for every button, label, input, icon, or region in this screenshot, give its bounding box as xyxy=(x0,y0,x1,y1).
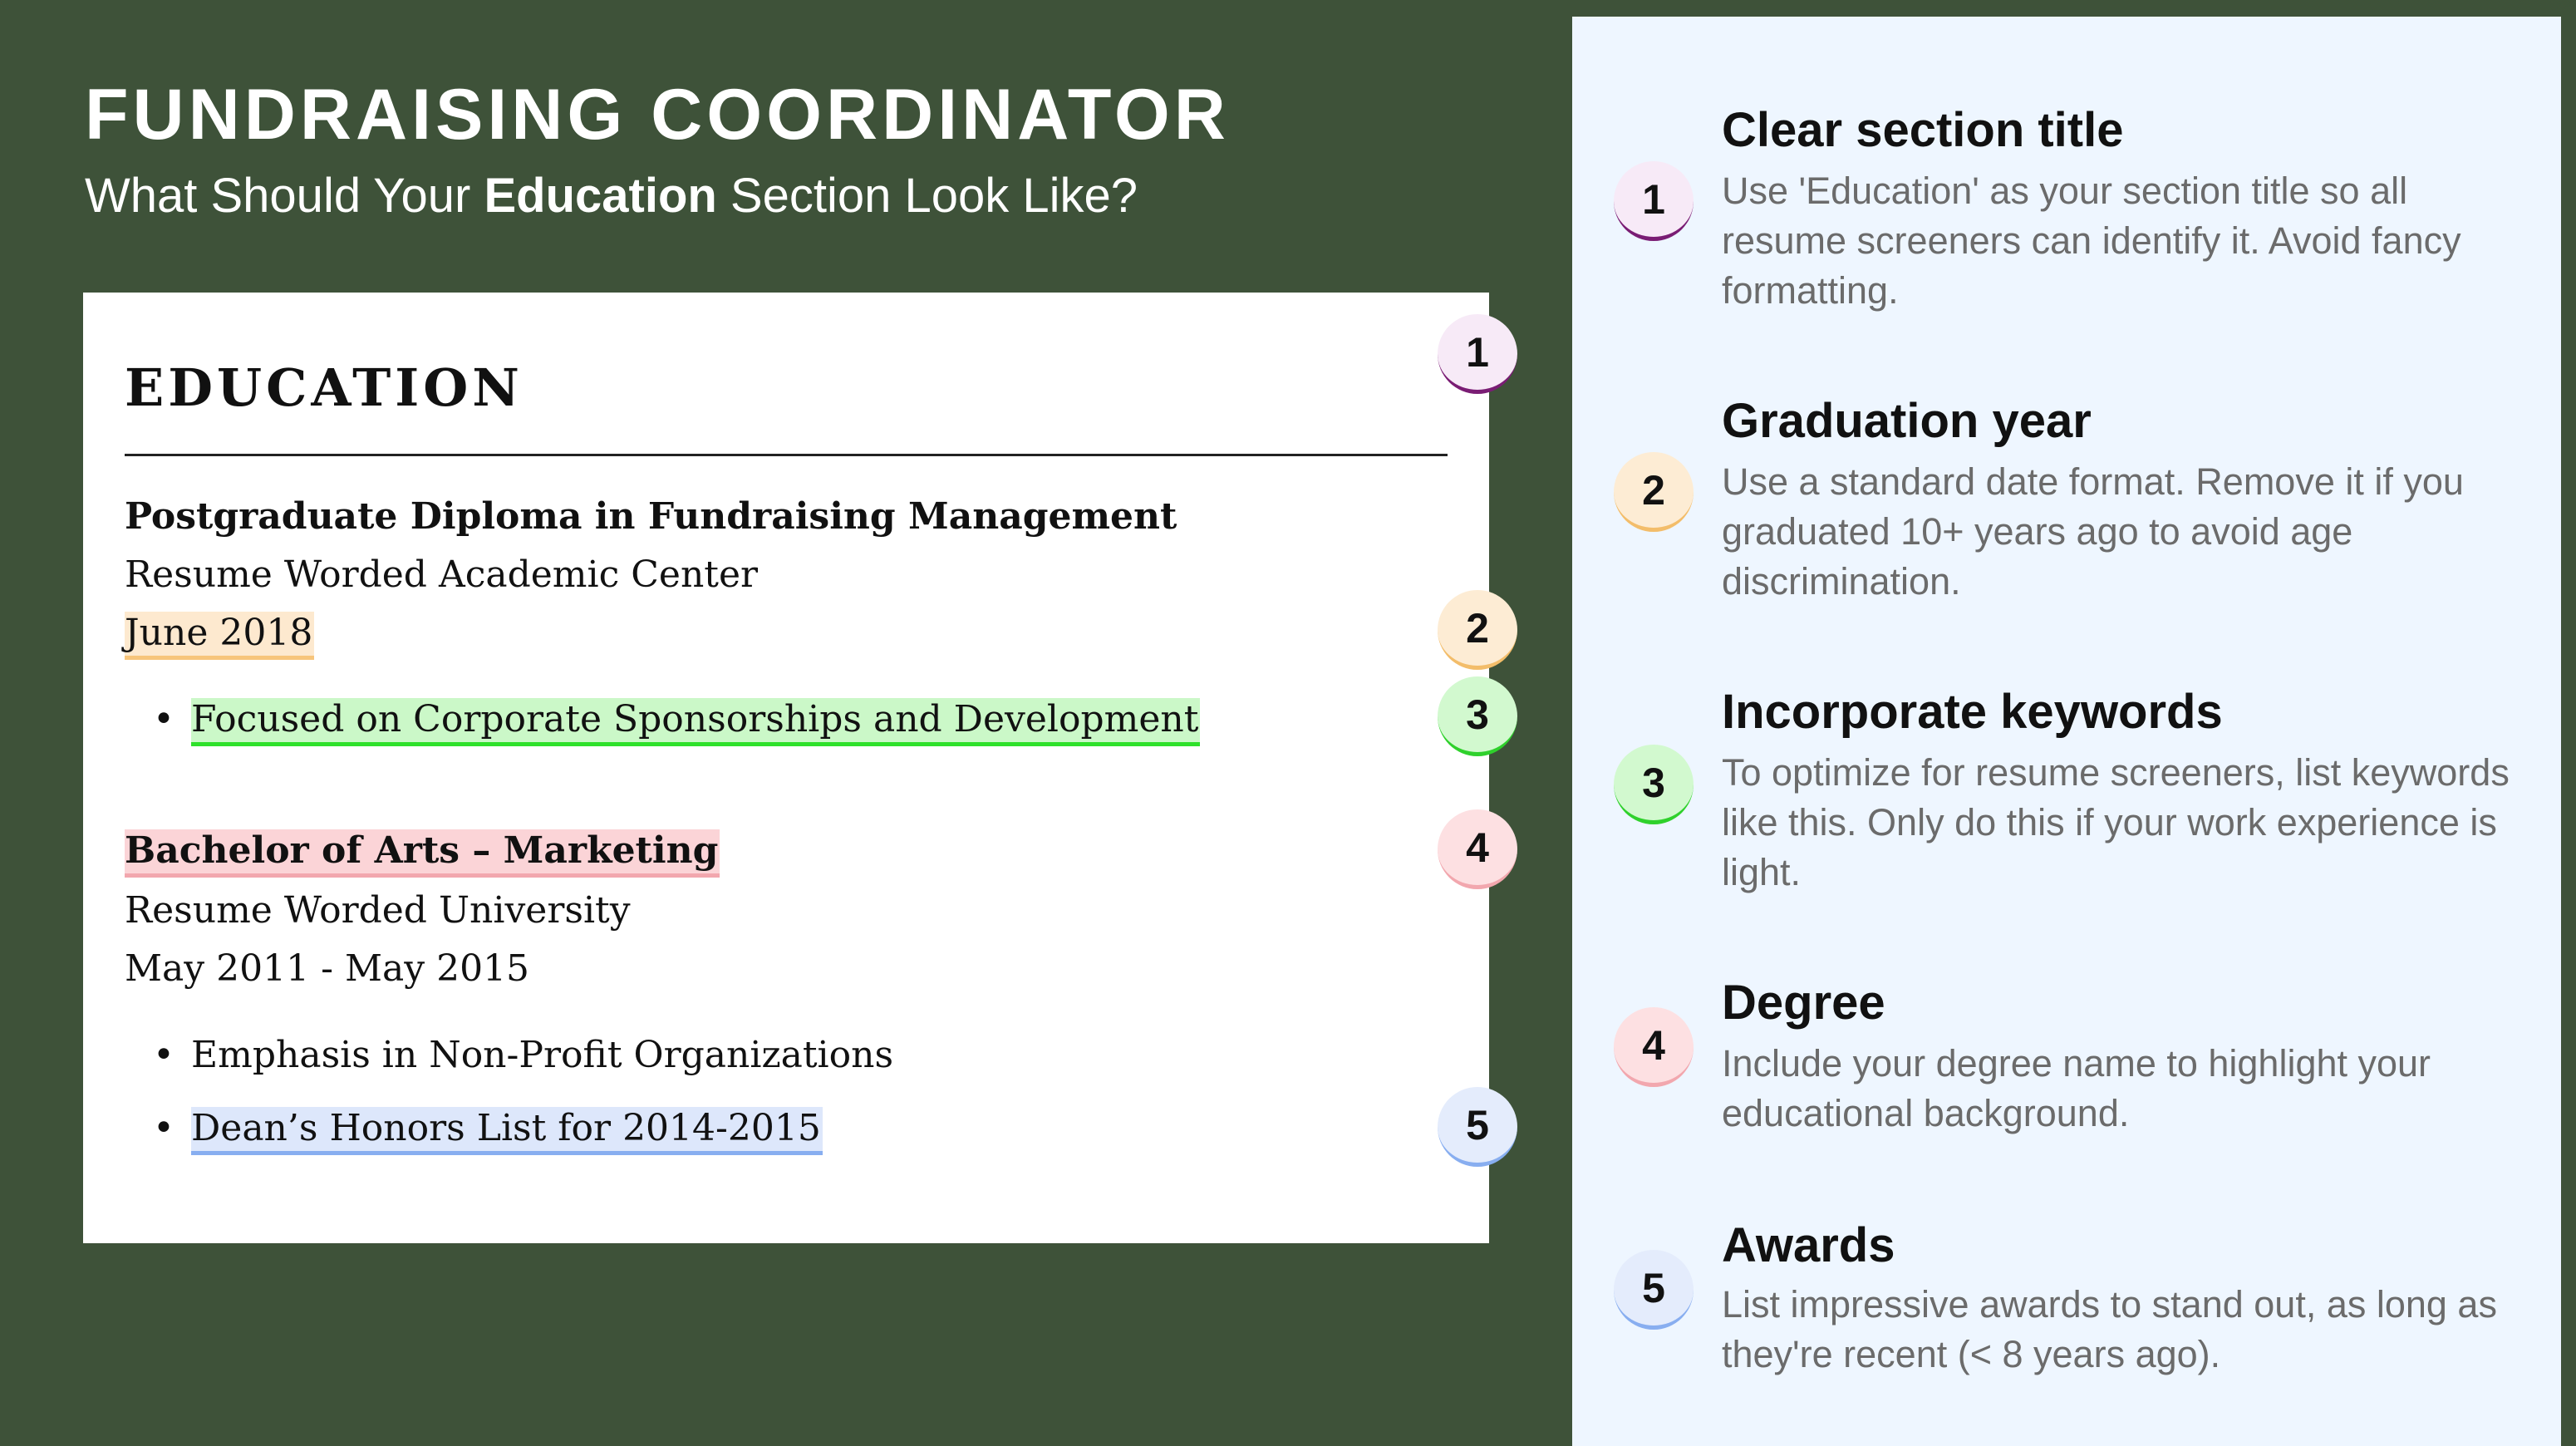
tip-badge-2: 2 xyxy=(1614,452,1694,532)
badge-5: 5 xyxy=(1438,1087,1517,1167)
badge-2: 2 xyxy=(1438,590,1517,670)
list-item: • Emphasis in Non-Profit Organizations xyxy=(153,1030,893,1080)
degree-name-2-highlight: Bachelor of Arts – Marketing xyxy=(125,829,720,878)
badge-3: 3 xyxy=(1438,676,1517,756)
resume-education-card: EDUCATION 1 Postgraduate Diploma in Fund… xyxy=(83,293,1517,1243)
subtitle-prefix: What Should Your xyxy=(85,169,484,223)
keyword-bullet-highlight: Focused on Corporate Sponsorships and De… xyxy=(191,698,1201,746)
tip-text-4: Include your degree name to highlight yo… xyxy=(1722,1042,2431,1134)
school-name-2: Resume Worded University xyxy=(125,889,631,932)
degree-name-1: Postgraduate Diploma in Fundraising Mana… xyxy=(125,495,1177,538)
tip-badge-3: 3 xyxy=(1614,745,1694,824)
graduation-date-1-highlight: June 2018 xyxy=(125,612,315,660)
page-subtitle: What Should Your Education Section Look … xyxy=(85,163,1138,229)
tip-title-2: Graduation year xyxy=(1722,394,2092,448)
tip-badge-5: 5 xyxy=(1614,1250,1694,1330)
badge-4: 4 xyxy=(1438,809,1517,889)
tip-badge-4: 4 xyxy=(1614,1007,1694,1087)
award-bullet-highlight: Dean’s Honors List for 2014-2015 xyxy=(191,1107,823,1155)
tip-title-5: Awards xyxy=(1722,1218,1895,1272)
tip-badge-1: 1 xyxy=(1614,161,1694,241)
badge-1: 1 xyxy=(1438,314,1517,394)
education-section-title: EDUCATION xyxy=(125,357,524,418)
tips-panel: 1 Clear section title Use 'Education' as… xyxy=(1572,17,2561,1446)
subtitle-suffix: Section Look Like? xyxy=(716,169,1138,223)
tip-text-1: Use 'Education' as your section title so… xyxy=(1722,170,2461,312)
bullet-dot: • xyxy=(153,698,175,740)
section-divider xyxy=(125,454,1448,456)
bullet-text: Emphasis in Non-Profit Organizations xyxy=(191,1034,894,1076)
list-item: • Dean’s Honors List for 2014-2015 xyxy=(153,1104,823,1155)
degree-name-2: Bachelor of Arts – Marketing xyxy=(125,826,720,878)
tip-title-3: Incorporate keywords xyxy=(1722,685,2223,739)
graduation-date-2: May 2011 - May 2015 xyxy=(125,947,530,990)
bullet-dot: • xyxy=(153,1034,175,1076)
tip-title-1: Clear section title xyxy=(1722,103,2124,157)
tip-text-3: To optimize for resume screeners, list k… xyxy=(1722,751,2510,893)
tip-text-5: List impressive awards to stand out, as … xyxy=(1722,1283,2497,1375)
page-title: FUNDRAISING COORDINATOR xyxy=(85,75,1230,155)
graduation-date-1: June 2018 xyxy=(125,608,315,660)
tip-text-2: Use a standard date format. Remove it if… xyxy=(1722,460,2464,602)
bullet-dot: • xyxy=(153,1107,175,1149)
subtitle-emphasis: Education xyxy=(484,169,717,223)
school-name-1: Resume Worded Academic Center xyxy=(125,553,759,596)
tip-title-4: Degree xyxy=(1722,976,1885,1030)
list-item: • Focused on Corporate Sponsorships and D… xyxy=(153,695,1201,746)
